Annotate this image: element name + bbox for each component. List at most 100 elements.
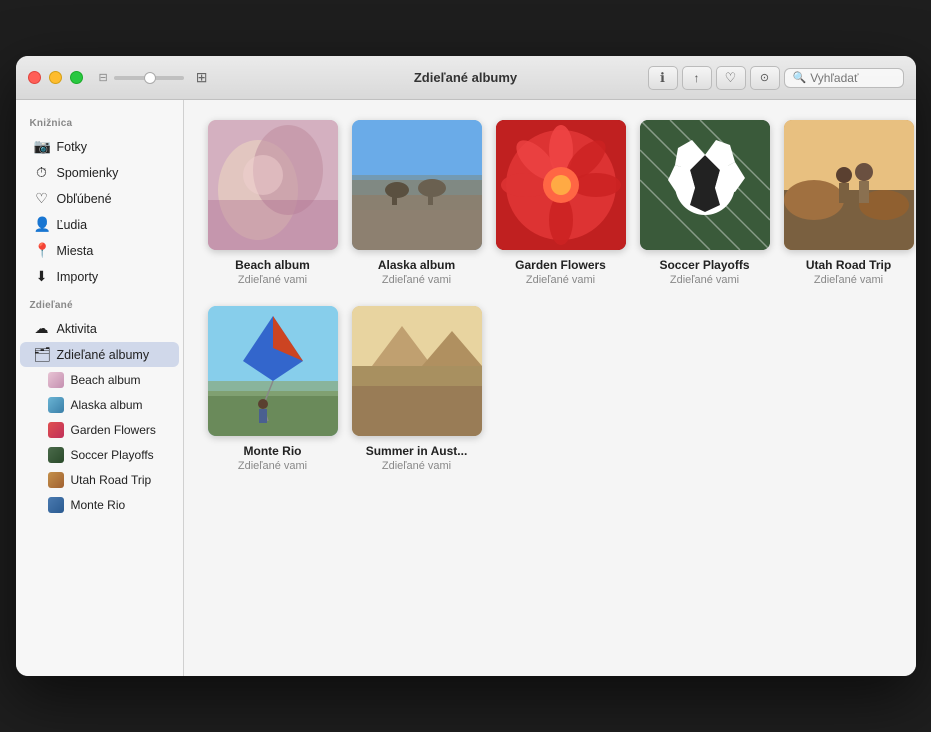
album-garden-thumbnail <box>496 120 626 250</box>
sidebar-sub-monte-label: Monte Rio <box>71 498 126 512</box>
albums-grid-row2: Monte Rio Zdieľané vami <box>208 306 892 472</box>
sidebar-item-favorites[interactable]: ♡ Obľúbené <box>20 186 179 211</box>
sidebar-sub-alaska[interactable]: Alaska album <box>20 393 179 417</box>
album-summer-sub: Zdieľané vami <box>382 460 451 472</box>
window-title: Zdieľané albumy <box>414 70 517 85</box>
utah-image <box>784 120 914 250</box>
traffic-lights <box>28 71 83 84</box>
album-soccer[interactable]: Soccer Playoffs Zdieľané vami <box>640 120 770 286</box>
sidebar-sub-soccer-label: Soccer Playoffs <box>71 448 154 462</box>
album-alaska-thumbnail <box>352 120 482 250</box>
slider-small-icon: ⊟ <box>99 71 108 84</box>
activity-icon: ☁ <box>34 320 50 337</box>
sidebar-sub-garden-label: Garden Flowers <box>71 423 156 437</box>
sidebar: Knižnica 📷 Fotky ⏱ Spomienky ♡ Obľúbené … <box>16 100 184 676</box>
toolbar-controls: ℹ ↑ ♡ ⊙ 🔍 <box>648 66 904 90</box>
sidebar-item-places-label: Miesta <box>57 244 94 258</box>
album-beach-sub: Zdieľané vami <box>238 274 307 286</box>
sidebar-sub-monte[interactable]: Monte Rio <box>20 493 179 517</box>
content-area: Beach album Zdieľané vami <box>184 100 916 676</box>
sidebar-item-activity-label: Aktivita <box>57 322 97 336</box>
albums-grid-row1: Beach album Zdieľané vami <box>208 120 892 286</box>
size-slider[interactable]: ⊟ ⊞ <box>99 69 208 86</box>
garden-thumb-icon <box>48 422 64 438</box>
favorites-icon: ♡ <box>34 190 50 207</box>
album-monte[interactable]: Monte Rio Zdieľané vami <box>208 306 338 472</box>
sidebar-item-photos-label: Fotky <box>57 140 88 154</box>
album-soccer-name: Soccer Playoffs <box>659 258 749 272</box>
soccer-image <box>640 120 770 250</box>
album-utah-sub: Zdieľané vami <box>814 274 883 286</box>
album-soccer-thumbnail <box>640 120 770 250</box>
sidebar-item-shared-albums-label: Zdieľané albumy <box>57 348 150 362</box>
slider-track[interactable] <box>114 76 184 80</box>
sidebar-item-places[interactable]: 📍 Miesta <box>20 238 179 263</box>
monte-image <box>208 306 338 436</box>
shared-section-label: Zdieľané <box>16 290 183 315</box>
app-window: ⊟ ⊞ Zdieľané albumy ℹ ↑ ♡ ⊙ 🔍 <box>16 56 916 676</box>
album-utah[interactable]: Utah Road Trip Zdieľané vami <box>784 120 914 286</box>
album-alaska[interactable]: Alaska album Zdieľané vami <box>352 120 482 286</box>
sidebar-item-people[interactable]: 👤 Ľudia <box>20 212 179 237</box>
beach-image <box>208 120 338 250</box>
cloud-button[interactable]: ⊙ <box>750 66 780 90</box>
memories-icon: ⏱ <box>34 164 50 181</box>
utah-thumb-icon <box>48 472 64 488</box>
people-icon: 👤 <box>34 216 50 233</box>
album-summer-thumbnail <box>352 306 482 436</box>
sidebar-item-memories[interactable]: ⏱ Spomienky <box>20 160 179 185</box>
info-icon: ℹ <box>660 70 665 86</box>
sidebar-sub-beach-label: Beach album <box>71 373 141 387</box>
album-utah-thumbnail <box>784 120 914 250</box>
grid-size-icon: ⊞ <box>196 69 208 86</box>
imports-icon: ⬇ <box>34 268 50 285</box>
sidebar-item-imports-label: Importy <box>57 270 99 284</box>
beach-thumb-icon <box>48 372 64 388</box>
album-garden-name: Garden Flowers <box>515 258 606 272</box>
sidebar-item-photos[interactable]: 📷 Fotky <box>20 134 179 159</box>
main-layout: Knižnica 📷 Fotky ⏱ Spomienky ♡ Obľúbené … <box>16 100 916 676</box>
titlebar: ⊟ ⊞ Zdieľané albumy ℹ ↑ ♡ ⊙ 🔍 <box>16 56 916 100</box>
sidebar-sub-utah[interactable]: Utah Road Trip <box>20 468 179 492</box>
close-button[interactable] <box>28 71 41 84</box>
sidebar-sub-alaska-label: Alaska album <box>71 398 143 412</box>
search-box[interactable]: 🔍 <box>784 68 904 88</box>
favorite-button[interactable]: ♡ <box>716 66 746 90</box>
album-beach-thumbnail <box>208 120 338 250</box>
album-garden-sub: Zdieľané vami <box>526 274 595 286</box>
places-icon: 📍 <box>34 242 50 259</box>
maximize-button[interactable] <box>70 71 83 84</box>
library-section-label: Knižnica <box>16 108 183 133</box>
album-summer[interactable]: Summer in Aust... Zdieľané vami <box>352 306 482 472</box>
sidebar-item-activity[interactable]: ☁ Aktivita <box>20 316 179 341</box>
share-button[interactable]: ↑ <box>682 66 712 90</box>
sidebar-sub-beach[interactable]: Beach album <box>20 368 179 392</box>
album-alaska-name: Alaska album <box>378 258 455 272</box>
sidebar-sub-garden[interactable]: Garden Flowers <box>20 418 179 442</box>
sidebar-item-favorites-label: Obľúbené <box>57 192 112 206</box>
album-beach-name: Beach album <box>235 258 310 272</box>
sidebar-item-people-label: Ľudia <box>57 218 88 232</box>
soccer-thumb-icon <box>48 447 64 463</box>
alaska-thumb-icon <box>48 397 64 413</box>
minimize-button[interactable] <box>49 71 62 84</box>
sidebar-item-shared-albums[interactable]: 🗂 Zdieľané albumy <box>20 342 179 367</box>
shared-albums-icon: 🗂 <box>34 346 50 363</box>
album-beach[interactable]: Beach album Zdieľané vami <box>208 120 338 286</box>
search-input[interactable] <box>810 71 894 85</box>
album-garden[interactable]: Garden Flowers Zdieľané vami <box>496 120 626 286</box>
sidebar-item-imports[interactable]: ⬇ Importy <box>20 264 179 289</box>
album-monte-thumbnail <box>208 306 338 436</box>
sidebar-sub-soccer[interactable]: Soccer Playoffs <box>20 443 179 467</box>
album-summer-name: Summer in Aust... <box>366 444 468 458</box>
album-alaska-sub: Zdieľané vami <box>382 274 451 286</box>
sidebar-sub-utah-label: Utah Road Trip <box>71 473 152 487</box>
album-soccer-sub: Zdieľané vami <box>670 274 739 286</box>
sidebar-item-memories-label: Spomienky <box>57 166 119 180</box>
alaska-image <box>352 120 482 250</box>
info-button[interactable]: ℹ <box>648 66 678 90</box>
album-utah-name: Utah Road Trip <box>806 258 891 272</box>
slider-thumb[interactable] <box>144 72 156 84</box>
cloud-icon: ⊙ <box>760 71 769 84</box>
album-monte-name: Monte Rio <box>244 444 302 458</box>
